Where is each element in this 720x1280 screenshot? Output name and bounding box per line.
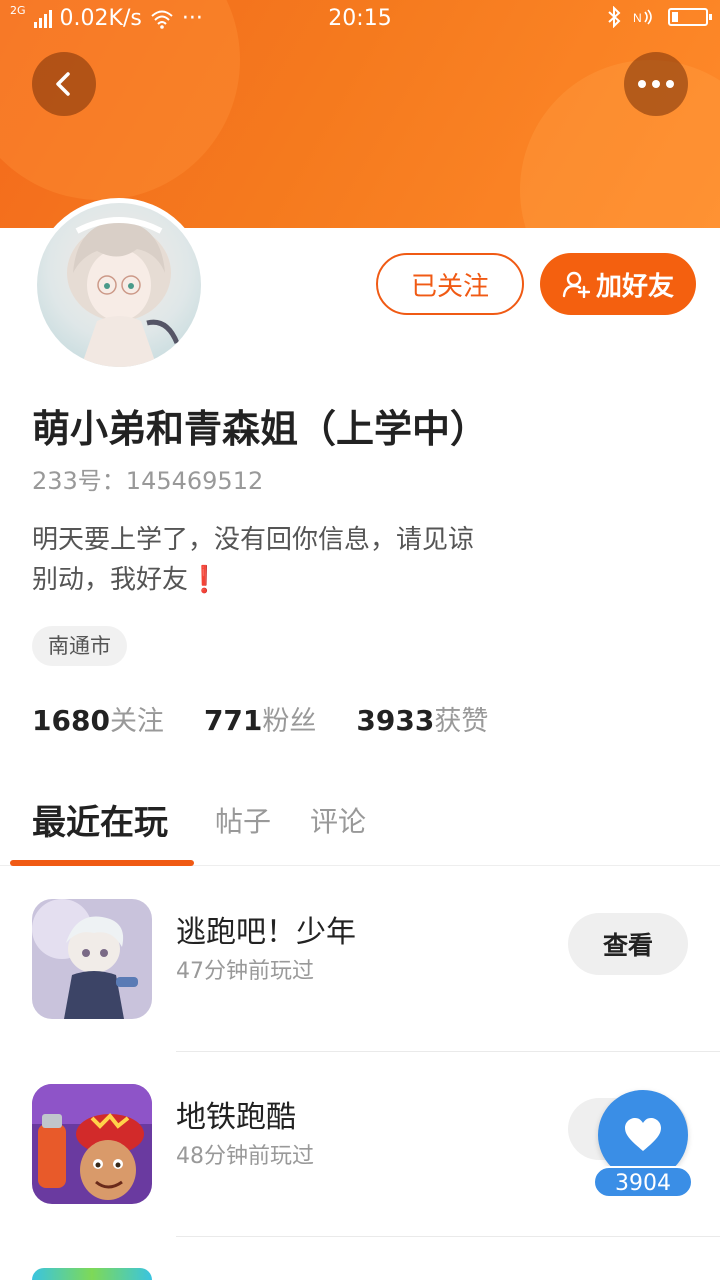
back-button[interactable] (32, 52, 96, 116)
stat-likes: 3933获赞 (356, 699, 488, 738)
game-title: 逃跑吧！少年 (176, 915, 356, 950)
game-title: 地铁跑酷 (176, 1100, 296, 1135)
tab-comments[interactable]: 评论 (310, 800, 366, 840)
like-count-badge: 3904 (593, 1166, 693, 1198)
profile-stats: 1680关注 771粉丝 3933获赞 (32, 699, 488, 738)
game-icon (32, 1084, 152, 1204)
bluetooth-icon (608, 6, 621, 28)
add-user-icon (562, 271, 590, 298)
game-icon (32, 1268, 152, 1280)
more-options-button[interactable] (624, 52, 688, 116)
user-id: 233号：145469512 (32, 467, 264, 495)
fans-label: 粉丝 (262, 706, 317, 737)
active-tab-indicator (10, 860, 194, 866)
likes-count: 3933 (356, 704, 435, 737)
bio: 明天要上学了，没有回你信息，请见谅 别动，我好友❗ (32, 520, 552, 600)
add-friend-button[interactable]: 加好友 (540, 253, 696, 315)
header-decoration (520, 60, 720, 228)
tab-posts[interactable]: 帖子 (215, 800, 271, 840)
bio-line: 别动，我好友❗ (32, 560, 552, 600)
fans-count: 771 (203, 704, 263, 737)
game-last-played: 48分钟前玩过 (176, 1144, 314, 1169)
status-right: N (606, 6, 712, 28)
battery-icon (668, 8, 712, 26)
divider (176, 1236, 720, 1237)
svg-text:N: N (633, 11, 642, 25)
list-item[interactable]: 逃跑吧！少年 47分钟前玩过 查看 (0, 867, 720, 1051)
more-dots-icon (638, 80, 674, 88)
bio-text: 别动，我好友 (32, 565, 189, 595)
view-button[interactable]: 查看 (568, 913, 688, 975)
heart-icon (625, 1118, 661, 1151)
avatar[interactable] (32, 198, 206, 372)
game-last-played: 47分钟前玩过 (176, 959, 314, 984)
stat-following[interactable]: 1680关注 (32, 699, 164, 738)
avatar-illustration (67, 217, 180, 367)
following-label: 关注 (109, 706, 164, 737)
stat-fans[interactable]: 771粉丝 (204, 699, 316, 738)
nfc-icon: N (633, 9, 652, 25)
followed-button[interactable]: 已关注 (376, 253, 524, 315)
likes-label: 获赞 (434, 706, 489, 737)
tab-recently-played[interactable]: 最近在玩 (32, 795, 168, 844)
username: 萌小弟和青森姐（上学中） (32, 407, 489, 451)
game-icon (32, 899, 152, 1019)
avatar-image (37, 203, 201, 367)
bio-line: 明天要上学了，没有回你信息，请见谅 (32, 525, 475, 555)
status-bar: 2G 0.02K/s ··· 20:15 N (0, 0, 720, 40)
tab-bar: 最近在玩 帖子 评论 (0, 790, 720, 866)
following-count: 1680 (32, 704, 110, 737)
location-tag: 南通市 (32, 626, 127, 666)
chevron-left-icon (56, 72, 70, 96)
add-friend-label: 加好友 (595, 271, 674, 302)
exclamation-icon: ❗ (188, 565, 221, 595)
